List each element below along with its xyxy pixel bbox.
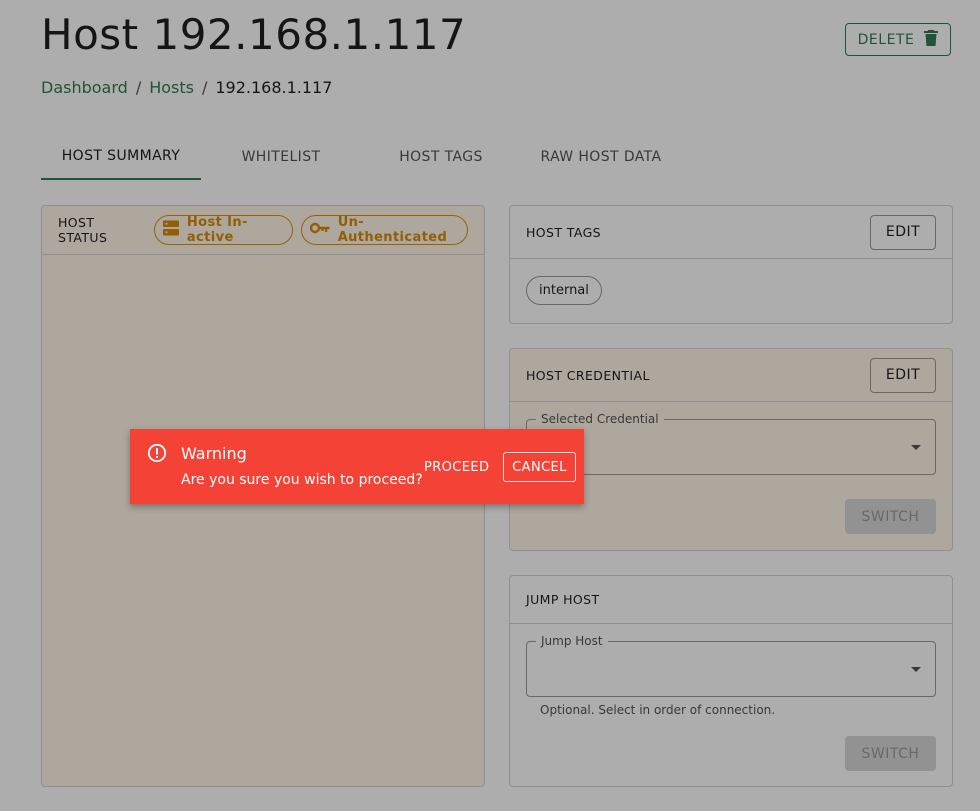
alert-circle-icon (147, 443, 167, 467)
warning-snackbar: Warning Are you sure you wish to proceed… (130, 429, 584, 504)
snackbar-message: Are you sure you wish to proceed? (181, 472, 423, 488)
modal-overlay[interactable] (0, 0, 980, 811)
cancel-button[interactable]: CANCEL (503, 452, 576, 482)
proceed-button[interactable]: PROCEED (418, 452, 495, 482)
snackbar-title: Warning (181, 444, 247, 463)
